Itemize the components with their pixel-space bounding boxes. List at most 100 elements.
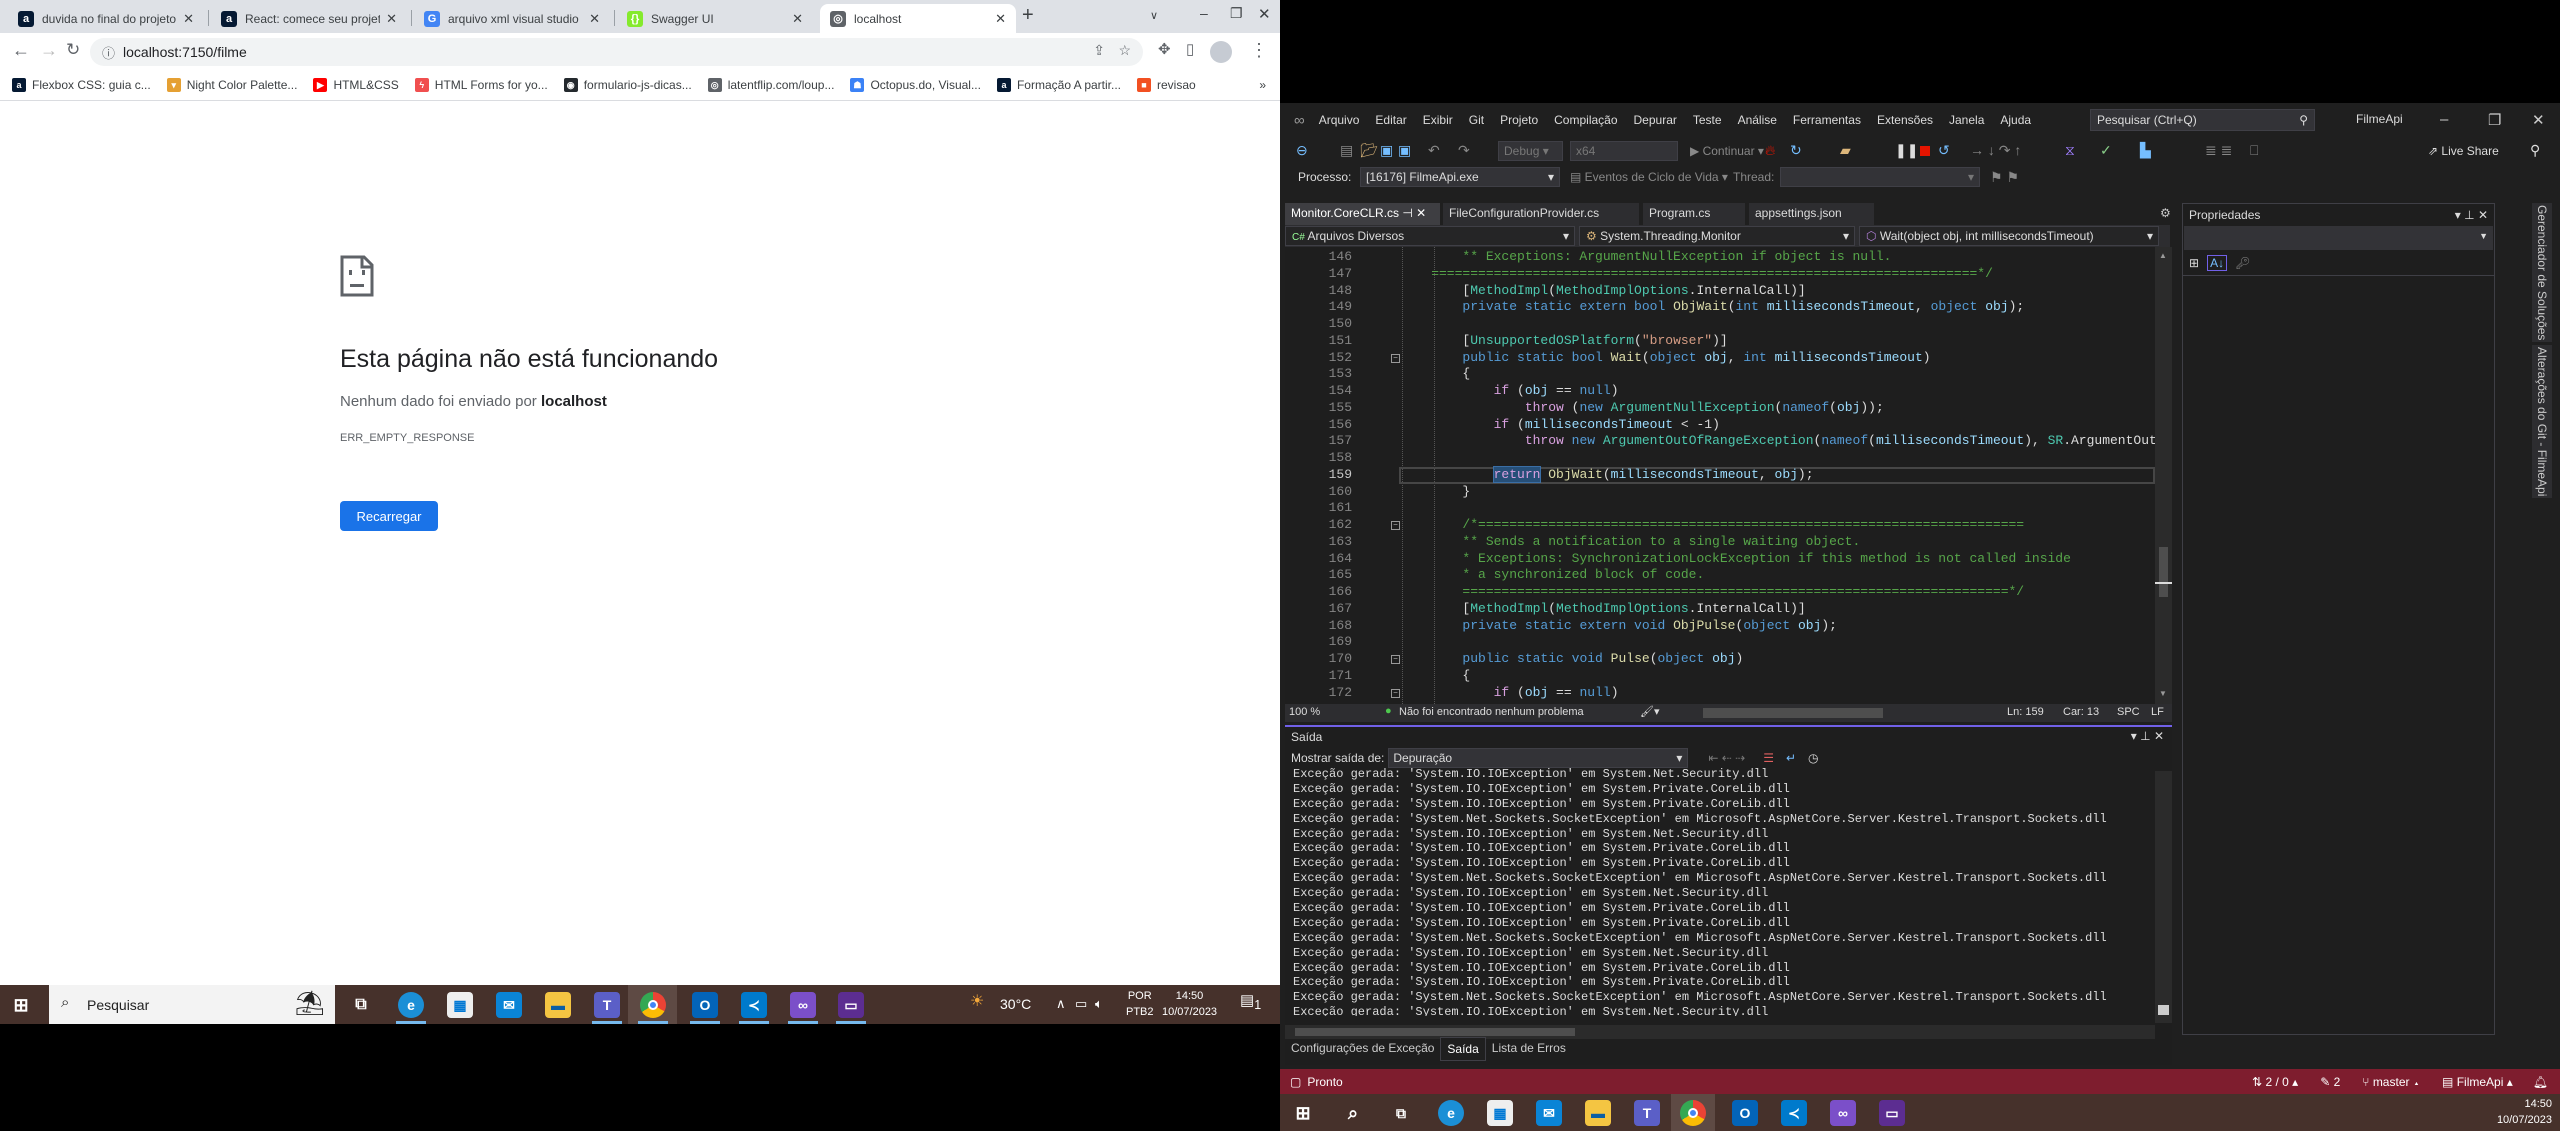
close-tab-icon[interactable]: ✕ <box>183 11 194 27</box>
edge-icon[interactable]: e <box>1438 1100 1464 1126</box>
repo-selector[interactable]: ▤ FilmeApi ▴ <box>2442 1075 2513 1089</box>
windows-start-icon[interactable]: ⊞ <box>1290 1100 1316 1126</box>
object-dropdown[interactable]: ▼ <box>2184 226 2493 250</box>
language-indicator[interactable]: POR PTB2 <box>1126 988 1154 1020</box>
platform-dropdown[interactable]: x64 <box>1570 141 1678 161</box>
menu-ferramentas[interactable]: Ferramentas <box>1785 113 1869 127</box>
comment-icons[interactable]: ≣ ≣ <box>2205 142 2232 159</box>
thread-dropdown[interactable]: ▾ <box>1780 167 1980 187</box>
code-lens-icon[interactable]: ▙ <box>2140 142 2151 159</box>
configuration-dropdown[interactable]: Debug ▾ <box>1498 141 1563 161</box>
bottom-tab[interactable]: Configurações de Exceção <box>1285 1037 1440 1061</box>
code-line[interactable]: 148 [MethodImpl(MethodImplOptions.Intern… <box>1285 283 2155 300</box>
line-ending-indicator[interactable]: LF <box>2151 706 2164 718</box>
task-view-icon[interactable]: ⧉ <box>348 992 374 1018</box>
flag-icons[interactable]: ⚑ ⚑ <box>1990 169 2019 186</box>
code-line[interactable]: 168 private static extern void ObjPulse(… <box>1285 618 2155 635</box>
close-tab-icon[interactable]: ✕ <box>792 11 803 27</box>
code-line[interactable]: 151 [UnsupportedOSPlatform("browser")] <box>1285 333 2155 350</box>
word-wrap-icon[interactable]: ↵ <box>1786 751 1796 765</box>
side-tab[interactable]: Alterações do Git - FilmeApi <box>2532 345 2552 499</box>
menu-análise[interactable]: Análise <box>1730 113 1785 127</box>
folder-icon[interactable]: ▰ <box>1840 142 1851 159</box>
refresh-icon[interactable]: ↻ <box>1790 142 1802 159</box>
bookmark-item[interactable]: ϟ HTML Forms for yo... <box>414 78 548 92</box>
panel-controls[interactable]: ▾ ⊥ ✕ <box>2131 729 2164 743</box>
new-item-icon[interactable]: ▤ <box>1340 142 1353 159</box>
code-line[interactable]: 153 { <box>1285 366 2155 383</box>
bookmark-star-icon[interactable]: ☆ <box>1118 42 1131 59</box>
minimize-icon[interactable]: – <box>2440 111 2448 128</box>
step-icons[interactable]: → ↓ ↷ ↑ <box>1970 142 2021 159</box>
menu-janela[interactable]: Janela <box>1941 113 1992 127</box>
menu-compilação[interactable]: Compilação <box>1546 113 1625 127</box>
code-line[interactable]: 165 * a synchronized block of code. <box>1285 567 2155 584</box>
code-line[interactable]: 147 ====================================… <box>1285 266 2155 283</box>
outlook-icon[interactable]: O <box>692 992 718 1018</box>
code-line[interactable]: 172 if (obj == null) <box>1285 685 2155 702</box>
search-box[interactable]: Pesquisar (Ctrl+Q) ⚲ <box>2090 109 2315 131</box>
output-vertical-scrollbar[interactable] <box>2155 771 2172 1023</box>
bookmark-item[interactable]: ▾ Night Color Palette... <box>166 78 297 92</box>
file-explorer-icon[interactable]: ▬ <box>1585 1100 1611 1126</box>
vscode-icon[interactable]: ≺ <box>741 992 767 1018</box>
issues-status[interactable]: Não foi encontrado nenhum problema <box>1399 706 1584 718</box>
weather-icon[interactable]: ☀ <box>970 994 984 1010</box>
task-view-icon[interactable]: ⧉ <box>1388 1100 1414 1126</box>
store-icon[interactable]: ▦ <box>1487 1100 1513 1126</box>
code-line[interactable]: 161 <box>1285 500 2155 517</box>
type-dropdown[interactable]: ⚙ System.Threading.Monitor ▾ <box>1579 226 1855 246</box>
cleanup-icon[interactable]: 🖌︎▾ <box>1640 705 1660 718</box>
browser-tab[interactable]: a duvida no final do projeto ✕ <box>8 4 204 33</box>
menu-exibir[interactable]: Exibir <box>1415 113 1461 127</box>
continue-button[interactable]: ▶ Continuar ▾ <box>1690 144 1764 158</box>
fold-toggle-icon[interactable]: − <box>1391 688 1400 698</box>
url-text[interactable]: localhost:7150/filme <box>123 44 247 60</box>
side-tab[interactable]: Gerenciador de Soluções <box>2532 203 2552 343</box>
mail-icon[interactable]: ✉ <box>496 992 522 1018</box>
close-window-icon[interactable]: ✕ <box>1258 5 1271 23</box>
editor-tab[interactable]: FileConfigurationProvider.cs <box>1443 203 1639 225</box>
tab-search-icon[interactable]: ∨ <box>1150 9 1158 22</box>
address-bar[interactable]: ⓘ localhost:7150/filme ⇪ ☆ <box>90 38 1143 66</box>
process-dropdown[interactable]: [16176] FilmeApi.exe ▾ <box>1360 167 1560 187</box>
code-line[interactable]: 156 if (millisecondsTimeout < -1) <box>1285 417 2155 434</box>
weather-temp[interactable]: 30°C <box>1000 996 1031 1012</box>
live-share-button[interactable]: ⇗ Live Share <box>2428 144 2499 158</box>
fold-toggle-icon[interactable]: − <box>1391 353 1400 363</box>
pin-icon[interactable]: ⊣ ✕ <box>1399 206 1426 220</box>
browser-tab[interactable]: ◎ localhost ✕ <box>820 4 1016 33</box>
pending-changes[interactable]: ✎ 2 <box>2320 1075 2340 1089</box>
browser-tab[interactable]: {} Swagger UI ✕ <box>617 4 813 33</box>
fold-toggle-icon[interactable]: − <box>1391 521 1400 530</box>
bookmarks-overflow-icon[interactable]: » <box>1259 78 1266 92</box>
volume-icon[interactable]: 🔈︎ <box>1095 996 1103 1012</box>
editor-tab[interactable]: Program.cs <box>1643 203 1745 225</box>
code-line[interactable]: 169 <box>1285 634 2155 651</box>
menu-teste[interactable]: Teste <box>1685 113 1730 127</box>
zoom-level[interactable]: 100 % <box>1289 706 1320 718</box>
edge-icon[interactable]: e <box>398 992 424 1018</box>
categorized-icon[interactable]: ⊞ <box>2189 256 2199 270</box>
menu-projeto[interactable]: Projeto <box>1492 113 1546 127</box>
bookmark-item[interactable]: ◎ latentflip.com/loup... <box>707 78 834 92</box>
clear-all-icon[interactable]: ☰ <box>1763 751 1774 765</box>
code-line[interactable]: 166 ====================================… <box>1285 584 2155 601</box>
hot-reload-icon[interactable]: 🔥︎ <box>1765 142 1775 159</box>
tray-chevron-icon[interactable]: ∧ <box>1056 996 1066 1012</box>
whitespace-indicator[interactable]: SPC <box>2117 706 2140 718</box>
open-icon[interactable]: 📂︎ <box>1360 142 1378 159</box>
network-icon[interactable]: ▭ <box>1075 996 1087 1012</box>
settings-gear-icon[interactable]: ⚙ <box>2160 206 2171 220</box>
code-line[interactable]: 155 throw (new ArgumentNullException(nam… <box>1285 400 2155 417</box>
code-line[interactable]: 162 /*==================================… <box>1285 517 2155 534</box>
mail-icon[interactable]: ✉ <box>1536 1100 1562 1126</box>
code-line[interactable]: 159 return ObjWait(millisecondsTimeout, … <box>1285 465 2155 484</box>
menu-ajuda[interactable]: Ajuda <box>1992 113 2039 127</box>
browser-tab[interactable]: a React: comece seu projeto ✕ <box>211 4 407 33</box>
diagnostics-icon[interactable]: ⧖ <box>2065 142 2075 159</box>
fold-toggle-icon[interactable]: − <box>1391 655 1400 664</box>
editor-tab[interactable]: appsettings.json <box>1749 203 1874 225</box>
teams-icon[interactable]: T <box>594 992 620 1018</box>
browser-tab[interactable]: Garquivo xml visual studio ✕ <box>414 4 610 33</box>
